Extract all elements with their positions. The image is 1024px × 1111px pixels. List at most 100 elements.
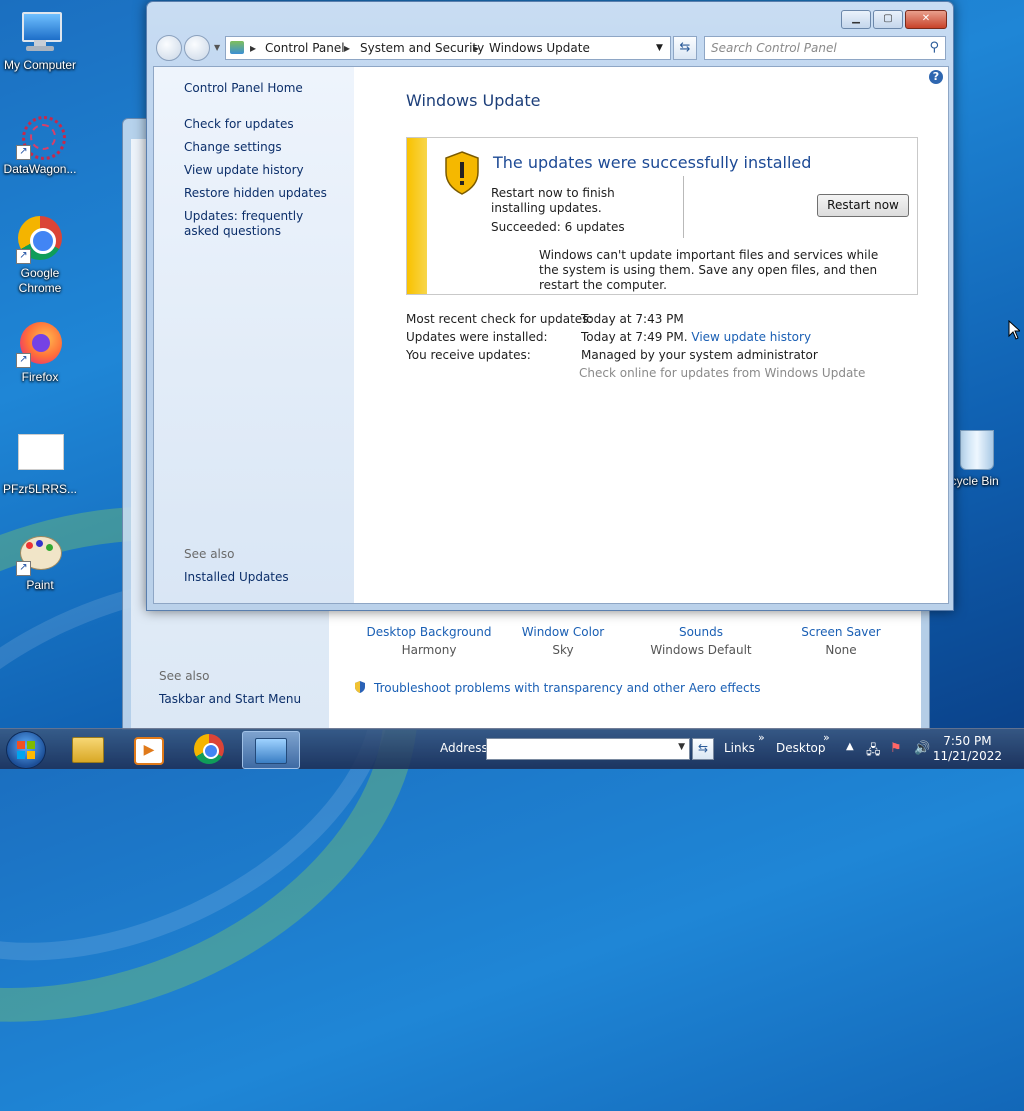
address-bar[interactable]: ▸ Control Panel ▸ System and Security ▸ … xyxy=(225,36,671,60)
succeeded-count: Succeeded: 6 updates xyxy=(491,220,625,234)
shortcut-arrow-icon: ↗ xyxy=(16,561,31,576)
item-title: Desktop Background xyxy=(366,625,492,639)
maximize-button[interactable]: ▢ xyxy=(873,10,903,29)
taskbar-chrome-button[interactable] xyxy=(182,731,238,767)
search-input[interactable]: Search Control Panel ⚲ xyxy=(704,36,946,60)
taskbar-address-input[interactable]: ▼ xyxy=(486,738,690,760)
search-placeholder: Search Control Panel xyxy=(711,41,837,55)
links-expand-icon[interactable]: » xyxy=(758,731,765,744)
shortcut-arrow-icon: ↗ xyxy=(16,249,31,264)
check-online-link[interactable]: Check online for updates from Windows Up… xyxy=(579,366,865,381)
desktop-icon-my-computer[interactable]: My Computer xyxy=(0,8,80,73)
go-arrows-icon[interactable]: ⇆ xyxy=(692,738,714,760)
installed-time: Today at 7:49 PM. xyxy=(581,330,688,344)
clock[interactable]: 7:50 PM 11/21/2022 xyxy=(933,734,1002,764)
installed-updates-link[interactable]: Installed Updates xyxy=(184,570,344,585)
update-status-panel: The updates were successfully installed … xyxy=(406,137,918,295)
show-hidden-icons-icon[interactable]: ▲ xyxy=(846,741,854,752)
clock-date: 11/21/2022 xyxy=(932,749,1002,763)
restart-note: Windows can't update important files and… xyxy=(539,248,879,292)
minimize-button[interactable]: ▁ xyxy=(841,10,871,29)
links-toolbar-label[interactable]: Links xyxy=(724,741,755,755)
desktop-icon-label: Firefox xyxy=(21,370,59,384)
refresh-button[interactable]: ⇆ xyxy=(673,36,697,60)
desktop-icon-label: PFzr5LRRS... xyxy=(2,482,77,496)
check-for-updates-link[interactable]: Check for updates xyxy=(184,117,344,132)
see-also-label: See also xyxy=(159,669,210,683)
sidebar: Control Panel Home Check for updates Cha… xyxy=(154,67,354,603)
close-button[interactable]: ✕ xyxy=(905,10,947,29)
desktop-toolbar-label[interactable]: Desktop xyxy=(776,741,826,755)
breadcrumb-separator-icon: ▸ xyxy=(344,41,351,55)
start-button[interactable] xyxy=(6,731,46,769)
image-file-icon xyxy=(16,432,64,480)
network-icon[interactable]: 🖧 xyxy=(866,741,881,763)
item-subtitle: Windows Default xyxy=(650,643,752,657)
address-dropdown-icon[interactable]: ▼ xyxy=(678,742,685,752)
taskbar: ▶ Address ▼ ⇆ Links » Desktop » ▲ 🖧 ⚑ 🔊 … xyxy=(0,728,1024,769)
content-area: Control Panel Home Check for updates Cha… xyxy=(153,66,949,604)
taskbar-media-player-button[interactable]: ▶ xyxy=(120,731,176,767)
forward-button[interactable] xyxy=(184,35,210,61)
desktop-icon-datawagon[interactable]: ↗ DataWagon... xyxy=(0,112,80,177)
breadcrumb-separator-icon: ▸ xyxy=(250,41,257,55)
desktop-icon-label: DataWagon... xyxy=(3,162,77,176)
troubleshoot-link[interactable]: Troubleshoot problems with transparency … xyxy=(374,681,761,695)
restart-message: Restart now to finish installing updates… xyxy=(491,186,615,215)
item-subtitle: Harmony xyxy=(401,643,457,657)
restore-hidden-updates-link[interactable]: Restore hidden updates xyxy=(184,186,344,201)
view-update-history-link[interactable]: View update history xyxy=(184,163,344,178)
address-dropdown-icon[interactable]: ▼ xyxy=(656,37,663,59)
breadcrumb-separator-icon: ▸ xyxy=(473,41,480,55)
firefox-icon: ↗ xyxy=(16,320,64,368)
desktop-icon-chrome[interactable]: ↗ Google Chrome xyxy=(0,216,80,296)
desktop-icon-recycle-bin[interactable]: ecycle Bin xyxy=(944,424,1024,489)
taskbar-start-menu-link[interactable]: Taskbar and Start Menu xyxy=(159,692,301,706)
restart-now-button[interactable]: Restart now xyxy=(817,194,909,217)
desktop-icon-firefox[interactable]: ↗ Firefox xyxy=(0,320,80,385)
desktop-icon-label: My Computer xyxy=(3,58,77,72)
desktop-icon-paint[interactable]: ↗ Paint xyxy=(0,528,80,593)
taskbar-explorer-button[interactable] xyxy=(60,731,116,767)
clock-time: 7:50 PM xyxy=(943,734,992,748)
search-icon[interactable]: ⚲ xyxy=(929,37,939,59)
recycle-bin-icon xyxy=(952,424,1000,472)
control-panel-home-link[interactable]: Control Panel Home xyxy=(184,81,344,96)
view-update-history-inline-link[interactable]: View update history xyxy=(691,330,811,344)
volume-icon[interactable]: 🔊 xyxy=(914,741,930,756)
shortcut-arrow-icon: ↗ xyxy=(16,145,31,160)
paint-palette-icon: ↗ xyxy=(16,528,64,576)
desktop-background-item[interactable]: Desktop Background Harmony xyxy=(359,625,499,657)
sounds-item[interactable]: Sounds Windows Default xyxy=(631,625,771,657)
recent-pages-dropdown-icon[interactable]: ▼ xyxy=(214,43,220,52)
taskbar-control-panel-button[interactable] xyxy=(242,731,300,769)
desktop-icon-image-file[interactable]: PFzr5LRRS... xyxy=(0,432,80,497)
action-center-icon[interactable]: ⚑ xyxy=(890,741,902,756)
mouse-cursor-icon xyxy=(1008,319,1022,343)
datawagon-icon: ↗ xyxy=(16,112,66,160)
desktop-expand-icon[interactable]: » xyxy=(823,731,830,744)
chrome-icon: ↗ xyxy=(16,216,64,264)
screen-saver-item[interactable]: Screen Saver None xyxy=(771,625,911,657)
faq-link[interactable]: Updates: frequently asked questions xyxy=(184,209,334,239)
item-title: Screen Saver xyxy=(801,625,881,639)
receive-label: You receive updates: xyxy=(406,348,531,362)
breadcrumb-system-security[interactable]: System and Security xyxy=(360,37,484,59)
shortcut-arrow-icon: ↗ xyxy=(16,353,31,368)
help-icon[interactable]: ? xyxy=(929,70,943,84)
address-toolbar-label: Address xyxy=(440,741,488,755)
item-subtitle: Sky xyxy=(552,643,574,657)
breadcrumb-windows-update[interactable]: Windows Update xyxy=(489,37,590,59)
see-also-label: See also xyxy=(184,547,235,561)
recent-check-label: Most recent check for updates: xyxy=(406,312,593,326)
warning-bar xyxy=(407,138,427,294)
change-settings-link[interactable]: Change settings xyxy=(184,140,344,155)
recent-check-value: Today at 7:43 PM xyxy=(581,312,684,326)
desktop-icon-label: Google Chrome xyxy=(18,266,62,295)
folder-icon xyxy=(72,737,104,763)
window-color-item[interactable]: Window Color Sky xyxy=(493,625,633,657)
divider xyxy=(683,176,684,238)
back-button[interactable] xyxy=(156,35,182,61)
windows-update-window: ▁ ▢ ✕ ▼ ▸ Control Panel ▸ System and Sec… xyxy=(146,1,954,611)
breadcrumb-control-panel[interactable]: Control Panel xyxy=(265,37,345,59)
